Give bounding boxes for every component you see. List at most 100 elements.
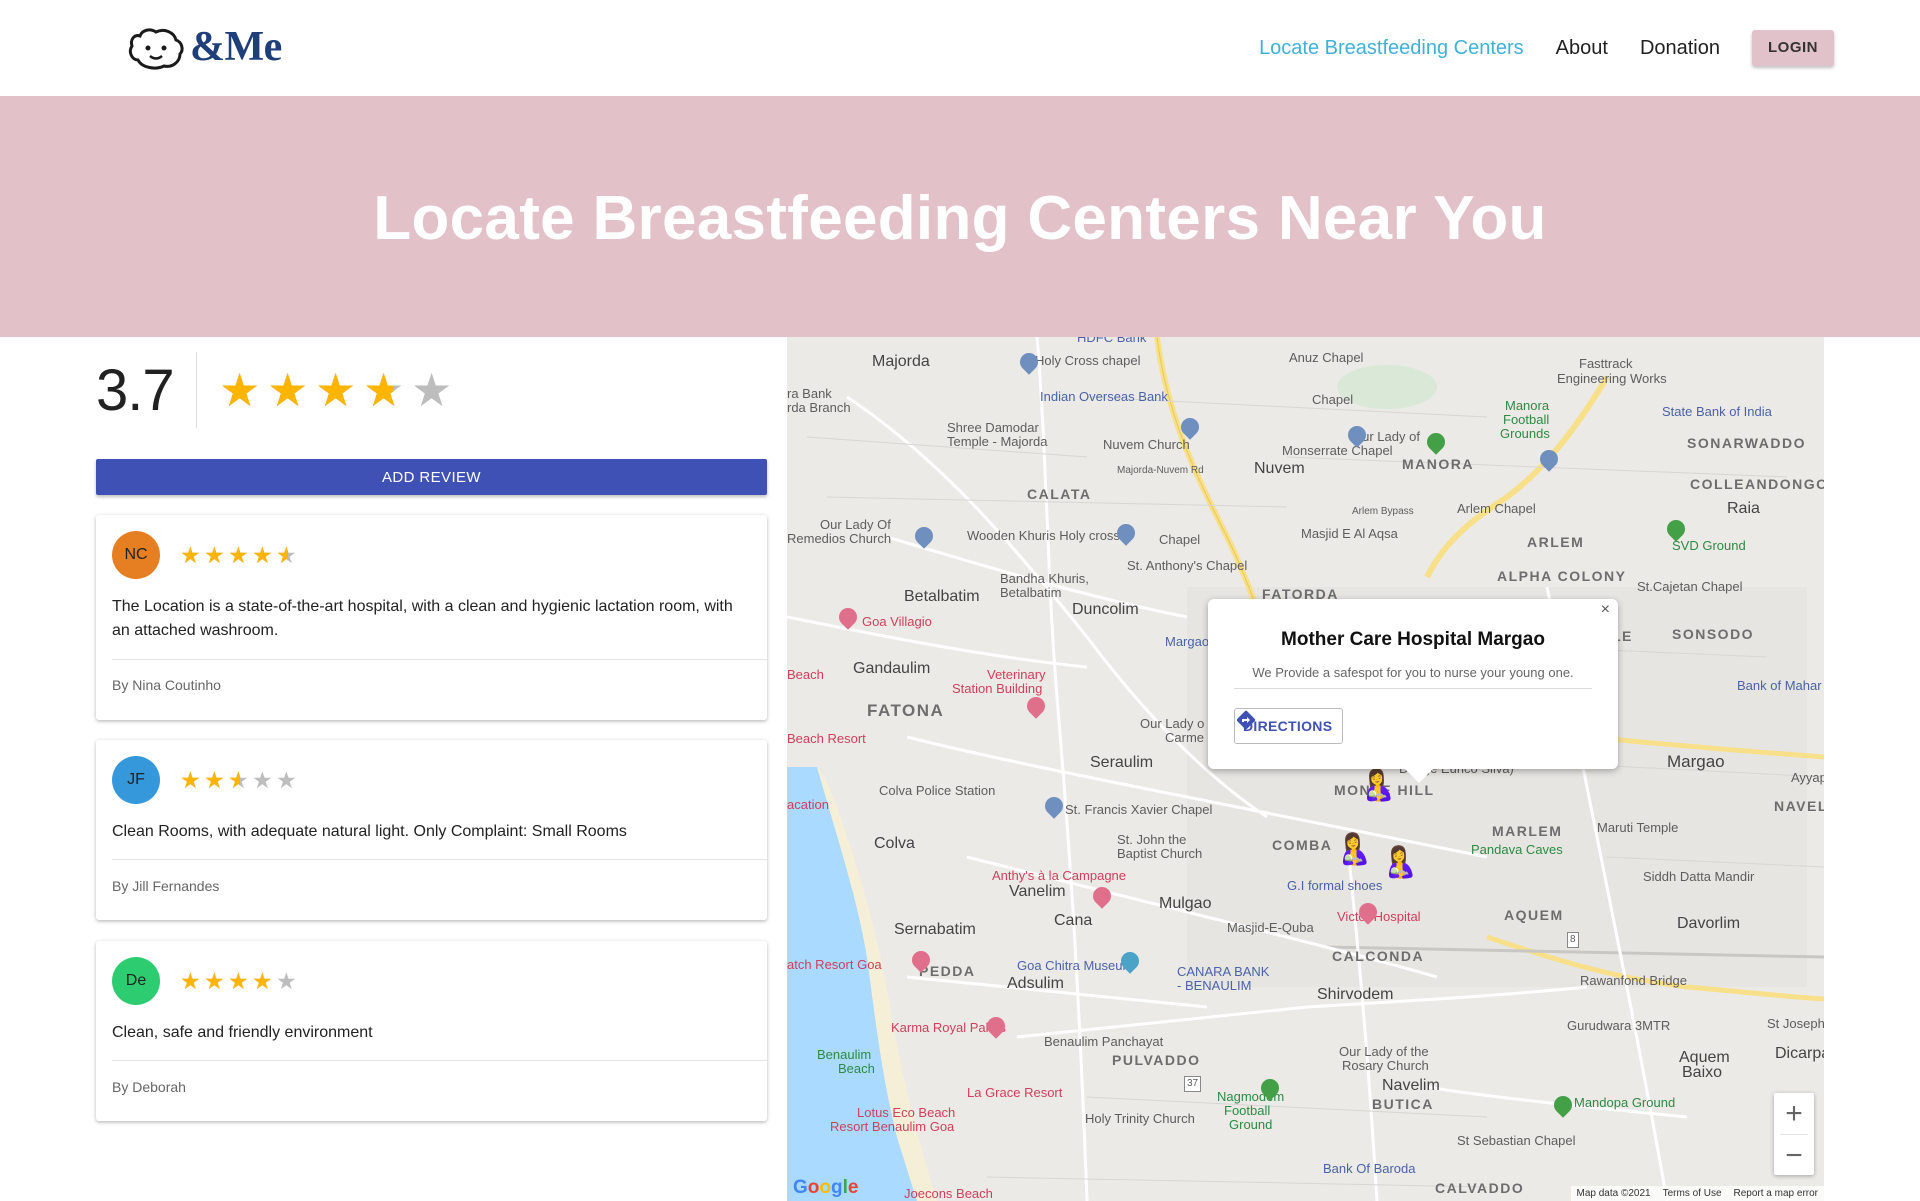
map-label: Vanelim (1009, 883, 1066, 900)
map-footer: Map data ©2021 Terms of Use Report a map… (1570, 1186, 1824, 1201)
map-label: AQUEM (1504, 907, 1564, 923)
nursing-center-marker[interactable]: 🤱 (1359, 771, 1396, 801)
nav-about[interactable]: About (1556, 30, 1608, 66)
map-label: Rawanfond Bridge (1580, 973, 1687, 988)
star-icon: ★ ★ (204, 541, 225, 568)
review-text: The Location is a state-of-the-art hospi… (112, 598, 733, 639)
map-label: BUTICA (1372, 1096, 1434, 1112)
map[interactable]: HDFC Bank Majorda Holy Cross chapel Anuz… (787, 337, 1824, 1201)
close-icon[interactable]: × (1601, 601, 1610, 619)
map-label: Arlem Bypass (1352, 506, 1414, 517)
nursing-center-marker[interactable]: 🤱 (1335, 835, 1372, 865)
review-author: By Nina Coutinho (112, 677, 221, 693)
hero-banner: Locate Breastfeeding Centers Near You (0, 96, 1920, 337)
route-shield: 8 (1567, 932, 1579, 948)
map-label: Shree Damodar (947, 420, 1039, 435)
map-label: - BENAULIM (1177, 978, 1252, 993)
login-button[interactable]: LOGIN (1752, 30, 1834, 66)
map-label: Joecons Beach (904, 1186, 993, 1201)
navbar: &Me Locate Breastfeeding Centers About D… (0, 0, 1920, 96)
map-label: St.Cajetan Chapel (1637, 579, 1743, 594)
map-label: rda Branch (787, 400, 851, 415)
map-label: Manora (1505, 398, 1550, 413)
zoom-in-button[interactable]: + (1774, 1093, 1814, 1134)
map-label: Indian Overseas Bank (1040, 389, 1168, 404)
map-label: Seraulim (1090, 754, 1154, 771)
map-label: Engineering Works (1557, 371, 1667, 386)
map-label: Pandava Caves (1471, 842, 1563, 857)
map-label: Benaulim (817, 1047, 872, 1062)
star-icon: ★ ★ (252, 541, 273, 568)
map-label: SONSODO (1672, 626, 1755, 642)
star-icon: ★ ★ (219, 364, 261, 416)
avatar: JF (112, 756, 160, 804)
page-title: Locate Breastfeeding Centers Near You (373, 184, 1547, 253)
map-label: St Joseph (1767, 1016, 1824, 1031)
map-label: Shirvodem (1317, 986, 1394, 1003)
map-label: FATONA (867, 701, 945, 720)
map-label: Victor Hospital (1337, 909, 1421, 924)
nursing-center-marker[interactable]: 🤱 (1381, 848, 1418, 878)
map-label: Bandha Khuris, (1000, 571, 1089, 586)
map-label: CALVADDO (1435, 1180, 1525, 1196)
map-label: Lotus Eco Beach (857, 1105, 956, 1120)
map-label: Baptist Church (1117, 846, 1203, 861)
review-author: By Jill Fernandes (112, 878, 220, 894)
review-card: JF ★ ★ ★ ★ ★ ★ ★ ★ Clean Rooms, with adequate n… (96, 740, 767, 920)
average-stars: ★ ★ ★ ★ ★ ★ ★ ★ ★ (219, 367, 455, 413)
map-label: Aquem (1679, 1049, 1730, 1066)
map-label: Gandaulim (853, 660, 931, 677)
zoom-out-button[interactable]: − (1774, 1135, 1814, 1176)
map-label: Navelim (1382, 1077, 1440, 1094)
map-label: Margao (1667, 752, 1725, 771)
map-label: Our Lady of the (1339, 1044, 1429, 1059)
star-icon: ★ (252, 766, 273, 793)
review-stars: ★ ★ ★ ★ ★ ★ ★ ★ ★ (180, 967, 300, 994)
divider (112, 659, 767, 660)
zoom-controls: + − (1774, 1093, 1814, 1175)
map-label: Our Lady o (1140, 716, 1205, 731)
terms-link[interactable]: Terms of Use (1663, 1188, 1722, 1199)
map-data-credit: Map data ©2021 (1576, 1188, 1651, 1199)
map-label: St. John the (1117, 832, 1187, 847)
map-label: La Grace Resort (967, 1085, 1063, 1100)
report-link[interactable]: Report a map error (1734, 1188, 1818, 1199)
map-label: MANORA (1402, 456, 1474, 472)
map-label: ALPHA COLONY (1497, 568, 1627, 584)
map-label: Mulgao (1159, 895, 1212, 912)
brand-logo[interactable]: &Me (126, 22, 282, 72)
map-label: Betalbatim (904, 588, 980, 605)
map-label: Our Lady Of (820, 517, 891, 532)
map-label: Dicarpa (1775, 1045, 1824, 1062)
map-label: CANARA BANK (1177, 964, 1270, 979)
nav-locate[interactable]: Locate Breastfeeding Centers (1259, 30, 1524, 66)
map-label: Remedios Church (787, 531, 892, 546)
map-label: Davorlim (1677, 915, 1741, 932)
map-label: St. Francis Xavier Chapel (1065, 802, 1213, 817)
map-label: State Bank of India (1662, 404, 1772, 419)
star-icon: ★ ★ (252, 967, 273, 994)
directions-button[interactable]: DIRECTIONS (1234, 708, 1344, 744)
map-label: Grounds (1500, 426, 1550, 441)
map-label: Goa Chitra Museum (1017, 958, 1134, 973)
map-label: SONARWADDO (1687, 435, 1806, 451)
map-label: Ground (1229, 1117, 1273, 1132)
map-label: Football (1224, 1103, 1271, 1118)
main-nav: Locate Breastfeeding Centers About Donat… (1259, 30, 1834, 66)
map-label: Anuz Chapel (1289, 350, 1364, 365)
map-label: Ayyap (1791, 770, 1824, 785)
map-label: ra Bank (787, 386, 832, 401)
map-label: atch Resort Goa (787, 957, 882, 972)
map-label: Chapel (1312, 392, 1354, 407)
map-label: Masjid-E-Quba (1227, 920, 1314, 935)
star-icon: ★ ★ (228, 967, 249, 994)
review-text: Clean, safe and friendly environment (112, 1024, 373, 1041)
star-icon: ★ ★ (267, 364, 309, 416)
star-icon: ★ ★ (315, 364, 357, 416)
map-label: Fasttrack (1579, 356, 1633, 371)
star-icon: ★ ★ (228, 541, 249, 568)
map-label: Beach (838, 1061, 875, 1076)
map-label: Gurudwara 3MTR (1567, 1018, 1671, 1033)
add-review-button[interactable]: ADD REVIEW (96, 459, 767, 495)
nav-donation[interactable]: Donation (1640, 30, 1720, 66)
